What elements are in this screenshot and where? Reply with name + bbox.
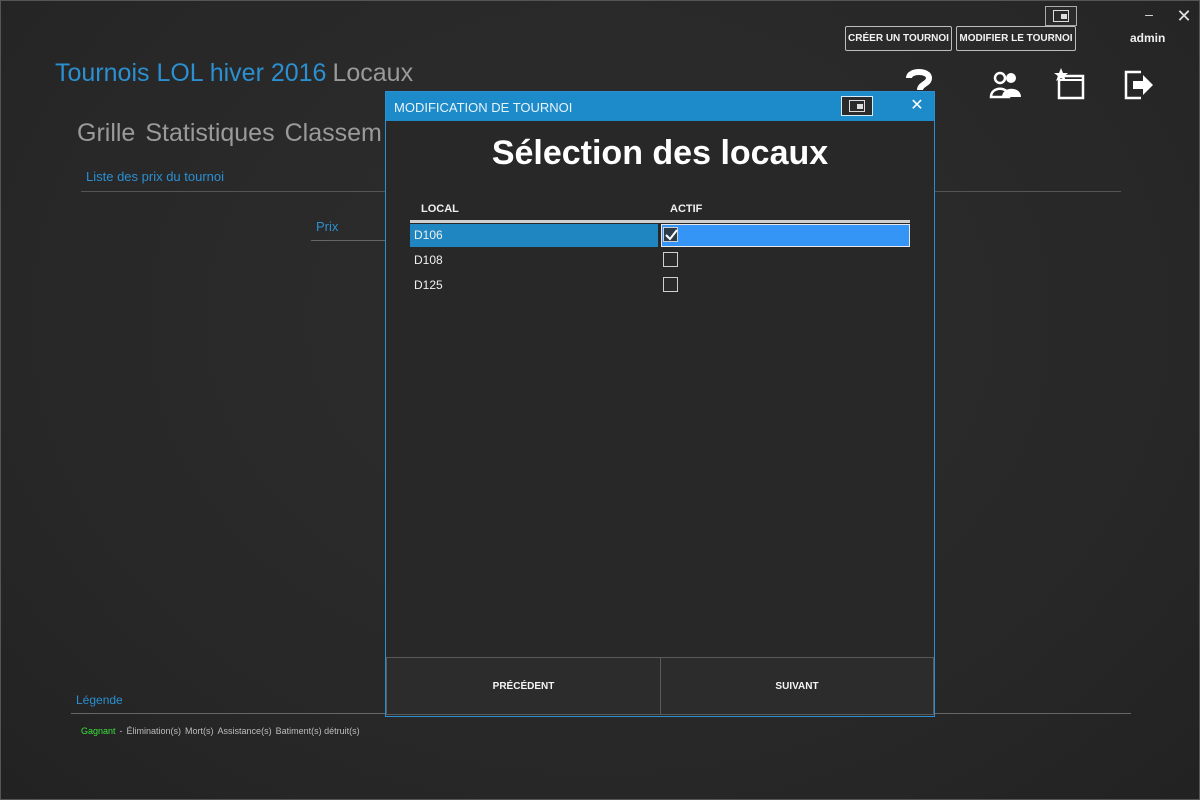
table-header-divider <box>410 220 910 223</box>
legend: Gagnant - Élimination(s) Mort(s) Assistance(… <box>81 726 364 736</box>
prix-divider <box>311 240 391 241</box>
legend-item-batiment: Batiment(s) détruit(s) <box>275 726 360 736</box>
local-cell: D108 <box>414 253 443 267</box>
local-cell: D106 <box>410 224 658 247</box>
user-name[interactable]: admin <box>1130 31 1165 45</box>
table-row[interactable]: D108 <box>410 249 910 272</box>
nav-item-grille[interactable]: Grille <box>77 119 135 147</box>
modification-dialog: MODIFICATION DE TOURNOI ✕ Sélection des … <box>385 91 935 717</box>
dialog-header: MODIFICATION DE TOURNOI ✕ <box>386 92 934 121</box>
actif-cell[interactable] <box>661 249 910 272</box>
section-title: Liste des prix du tournoi <box>86 169 225 184</box>
users-icon[interactable] <box>988 67 1024 103</box>
page-subtitle: Locaux <box>332 59 414 87</box>
nav-item-classement[interactable]: Classem <box>285 119 382 147</box>
legend-item-mort: Mort(s) <box>185 726 214 736</box>
next-button[interactable]: SUIVANT <box>660 657 934 715</box>
column-header-actif[interactable]: ACTIF <box>670 203 702 215</box>
dialog-window-mode-icon[interactable] <box>841 96 873 116</box>
minimize-button[interactable]: – <box>1141 7 1157 23</box>
column-header-local[interactable]: LOCAL <box>421 203 459 215</box>
app-window: – ✕ CRÉER UN TOURNOI MODIFIER LE TOURNOI… <box>0 0 1200 800</box>
prix-column-header: Prix <box>316 219 339 234</box>
window-mode-icon[interactable] <box>1045 6 1077 26</box>
table-row[interactable]: D106 <box>410 224 910 247</box>
legend-item-assistance: Assistance(s) <box>217 726 272 736</box>
legend-item-elimination: Élimination(s) <box>126 726 182 736</box>
favorite-window-icon[interactable] <box>1053 67 1089 103</box>
main-nav: Grille Statistiques Classem <box>77 119 392 148</box>
actif-cell[interactable] <box>661 224 910 247</box>
tournament-name: Tournois LOL hiver 2016 <box>55 59 327 87</box>
edit-tournament-button[interactable]: MODIFIER LE TOURNOI <box>956 26 1076 51</box>
nav-item-statistiques[interactable]: Statistiques <box>145 119 274 147</box>
actif-cell[interactable] <box>661 274 910 297</box>
create-tournament-button[interactable]: CRÉER UN TOURNOI <box>845 26 952 51</box>
logout-icon[interactable] <box>1121 67 1157 103</box>
legend-title: Légende <box>76 693 123 707</box>
local-cell: D125 <box>414 278 443 292</box>
page-title: Tournois LOL hiver 2016 Locaux <box>55 59 413 88</box>
dialog-close-button[interactable]: ✕ <box>908 97 926 115</box>
legend-winner: Gagnant <box>81 726 116 736</box>
table-row[interactable]: D125 <box>410 274 910 297</box>
actif-checkbox[interactable] <box>663 277 678 292</box>
previous-button[interactable]: PRÉCÉDENT <box>386 657 661 715</box>
dialog-heading: Sélection des locaux <box>491 134 829 172</box>
actif-checkbox[interactable] <box>663 252 678 267</box>
checkmark-icon <box>665 229 678 241</box>
actif-checkbox[interactable] <box>663 227 678 242</box>
legend-separator: - <box>119 726 123 736</box>
close-window-button[interactable]: ✕ <box>1175 7 1193 25</box>
dialog-title: MODIFICATION DE TOURNOI <box>394 100 573 115</box>
